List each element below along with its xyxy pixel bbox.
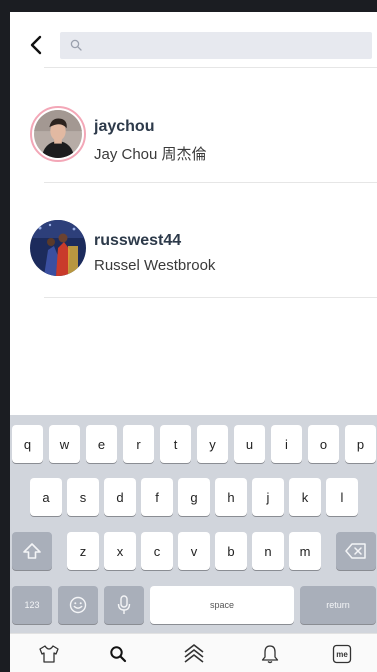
tab-bar: me	[10, 633, 377, 672]
search-result-russwest44[interactable]: russwest44 Russel Westbrook	[10, 187, 377, 297]
avatar[interactable]	[30, 106, 86, 162]
chevrons-up-icon	[184, 644, 204, 663]
key-x[interactable]: x	[104, 532, 136, 570]
key-i[interactable]: i	[271, 425, 302, 463]
tab-profile[interactable]: me	[330, 642, 354, 666]
key-a[interactable]: a	[30, 478, 62, 516]
key-e[interactable]: e	[86, 425, 117, 463]
key-j[interactable]: j	[252, 478, 284, 516]
back-arrow-icon[interactable]	[26, 34, 48, 56]
shift-key[interactable]	[12, 532, 52, 570]
search-result-jaychou[interactable]: jaychou Jay Chou 周杰倫	[10, 72, 377, 182]
key-y[interactable]: y	[197, 425, 228, 463]
backspace-icon	[345, 543, 366, 559]
key-q[interactable]: q	[12, 425, 43, 463]
tab-notifications[interactable]	[258, 642, 282, 666]
key-o[interactable]: o	[308, 425, 339, 463]
tab-home[interactable]	[182, 642, 206, 666]
search-input[interactable]	[88, 32, 366, 59]
key-n[interactable]: n	[252, 532, 284, 570]
result-divider	[44, 182, 377, 183]
keyboard: q w e r t y u i o p a s d f g h j k l z …	[10, 415, 377, 633]
key-v[interactable]: v	[178, 532, 210, 570]
numbers-key[interactable]: 123	[12, 586, 52, 624]
search-icon	[110, 646, 127, 663]
key-u[interactable]: u	[234, 425, 265, 463]
key-k[interactable]: k	[289, 478, 321, 516]
key-d[interactable]: d	[104, 478, 136, 516]
shift-arrow-icon	[23, 543, 41, 559]
me-icon: me	[332, 644, 352, 664]
key-t[interactable]: t	[160, 425, 191, 463]
tab-shirt[interactable]	[37, 642, 61, 666]
key-l[interactable]: l	[326, 478, 358, 516]
key-s[interactable]: s	[67, 478, 99, 516]
avatar-image	[30, 220, 86, 276]
search-icon	[70, 39, 82, 51]
return-key[interactable]: return	[300, 586, 376, 624]
avatar-image	[34, 110, 82, 158]
me-label: me	[336, 650, 348, 659]
shirt-icon	[39, 645, 59, 663]
result-username: russwest44	[94, 232, 182, 249]
key-p[interactable]: p	[345, 425, 376, 463]
result-divider	[44, 297, 377, 298]
key-z[interactable]: z	[67, 532, 99, 570]
search-bar[interactable]	[60, 32, 372, 59]
key-b[interactable]: b	[215, 532, 247, 570]
result-full-name: Jay Chou 周杰倫	[94, 146, 207, 163]
key-w[interactable]: w	[49, 425, 80, 463]
dictation-key[interactable]	[104, 586, 144, 624]
key-f[interactable]: f	[141, 478, 173, 516]
result-full-name: Russel Westbrook	[94, 257, 216, 274]
backspace-key[interactable]	[336, 532, 376, 570]
space-key[interactable]: space	[150, 586, 294, 624]
bell-icon	[261, 645, 279, 664]
search-header	[10, 12, 377, 78]
avatar[interactable]	[30, 220, 86, 276]
key-m[interactable]: m	[289, 532, 321, 570]
emoji-key[interactable]	[58, 586, 98, 624]
tab-search[interactable]	[106, 642, 130, 666]
header-divider	[44, 67, 377, 68]
emoji-icon	[69, 596, 87, 614]
result-username: jaychou	[94, 118, 155, 135]
key-h[interactable]: h	[215, 478, 247, 516]
key-c[interactable]: c	[141, 532, 173, 570]
app-screen: jaychou Jay Chou 周杰倫 russwest44 Russel W…	[10, 12, 377, 672]
key-r[interactable]: r	[123, 425, 154, 463]
key-g[interactable]: g	[178, 478, 210, 516]
microphone-icon	[117, 595, 131, 614]
